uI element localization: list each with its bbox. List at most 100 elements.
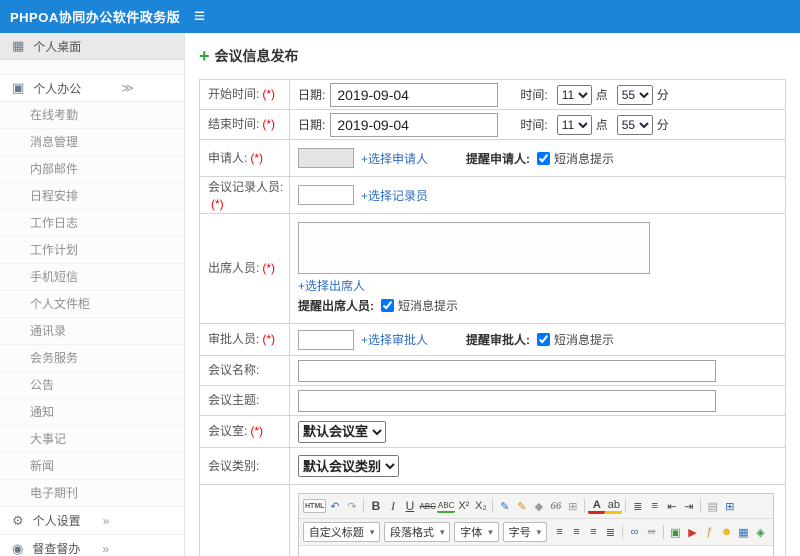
required-mark: (*) [250, 424, 264, 439]
link-icon[interactable]: ∞ [626, 523, 643, 541]
sidebar-item[interactable]: 在线考勤 [0, 102, 184, 129]
editor-content-area[interactable] [299, 546, 773, 556]
align-right-icon[interactable]: ≡ [585, 523, 602, 541]
sidebar-item[interactable]: 会务服务 [0, 345, 184, 372]
end-minute-select[interactable]: 55 [616, 114, 653, 135]
applicant-label: 申请人: (*) [200, 140, 290, 176]
table-icon[interactable]: ▦ [735, 523, 752, 541]
recorder-input[interactable] [298, 185, 354, 205]
sidebar-item[interactable]: 消息管理 [0, 129, 184, 156]
format-painter-icon[interactable]: ✎ [513, 497, 530, 515]
meeting-name-input[interactable] [298, 359, 716, 382]
ordered-list-icon[interactable]: ≣ [629, 497, 646, 515]
sidebar-item[interactable]: 新闻 [0, 453, 184, 480]
indent-icon[interactable]: ⇥ [680, 497, 697, 515]
flash-icon[interactable]: ƒ [701, 523, 718, 541]
field-label-text: 开始时间: [208, 87, 260, 102]
emoticon-icon[interactable]: ☻ [718, 523, 735, 541]
italic-icon[interactable]: I [384, 497, 401, 515]
unordered-list-icon[interactable]: ≡ [646, 497, 663, 515]
paragraph-format-select[interactable]: 段落格式 [384, 522, 451, 542]
superscript-icon[interactable]: X² [455, 497, 472, 515]
attendees-sms-checkbox[interactable] [381, 299, 394, 312]
map-icon[interactable]: ◈ [752, 523, 769, 541]
align-left-icon[interactable]: ≡ [551, 523, 568, 541]
select-approver-link[interactable]: +选择审批人 [361, 331, 428, 348]
field-label-text: 会议主题: [208, 393, 260, 408]
top-bar: PHPOA协同办公软件政务版 ≡ [0, 0, 800, 33]
select-attendees-link[interactable]: +选择出席人 [298, 277, 365, 294]
bold-icon[interactable]: B [367, 497, 384, 515]
blockquote-icon[interactable]: 66 [547, 497, 564, 515]
spellcheck-icon[interactable]: ABC [436, 499, 456, 513]
sidebar-item[interactable]: 电子期刊 [0, 480, 184, 507]
applicant-input[interactable] [298, 148, 354, 168]
meeting-room-select[interactable]: 默认会议室 [298, 420, 386, 443]
redo-icon[interactable]: ↷ [343, 497, 360, 515]
font-size-select[interactable]: 字号 [502, 522, 547, 542]
approver-input[interactable] [298, 329, 354, 350]
align-justify-icon[interactable]: ≣ [602, 523, 619, 541]
editor-toolbar-row1: HTML ↶ ↷ B I U ABC ABC X² X₂ ✎ ✎ ◆ 66 ⊞ Aab ≣ ≡ ⇤ ⇥ ▤ ⊞ [299, 494, 773, 519]
separator [584, 499, 586, 513]
sidebar-item[interactable]: 工作日志 [0, 210, 184, 237]
underline-icon[interactable]: U [401, 497, 418, 515]
sidebar-item-personal-office[interactable]: ▣ 个人办公 ≫ [0, 74, 184, 102]
sidebar-item[interactable]: 个人文件柜 [0, 291, 184, 318]
sidebar-item[interactable]: 内部邮件 [0, 156, 184, 183]
sidebar-item[interactable]: 公告 [0, 372, 184, 399]
end-hour-select[interactable]: 11 [556, 114, 592, 135]
start-hour-select[interactable]: 11 [556, 84, 592, 105]
sidebar-item-supervision[interactable]: ◉ 督查督办 » [0, 535, 184, 556]
meeting-subject-input[interactable] [298, 389, 716, 412]
start-minute-select[interactable]: 55 [616, 84, 653, 105]
office-icon: ▣ [12, 80, 25, 95]
page-break-icon[interactable]: ▤ [704, 497, 721, 515]
remind-approver-label: 提醒审批人: [466, 333, 531, 347]
undo-icon[interactable]: ↶ [326, 497, 343, 515]
font-color-icon[interactable]: A [588, 499, 606, 514]
eraser-icon[interactable]: ◆ [530, 497, 547, 515]
recorder-label: 会议记录人员: (*) [200, 177, 290, 213]
image-icon[interactable]: ▣ [667, 523, 684, 541]
end-date-input[interactable] [330, 112, 499, 137]
sidebar-item[interactable]: 手机短信 [0, 264, 184, 291]
select-applicant-link[interactable]: +选择申请人 [361, 150, 428, 167]
align-center-icon[interactable]: ≡ [568, 523, 585, 541]
outdent-icon[interactable]: ⇤ [663, 497, 680, 515]
sidebar-item[interactable]: 大事记 [0, 426, 184, 453]
date-label: 日期: [298, 88, 326, 102]
attendees-textarea[interactable] [298, 222, 650, 274]
sidebar-item[interactable]: 通知 [0, 399, 184, 426]
font-family-select[interactable]: 字体 [454, 522, 499, 542]
minute-unit-label: 分 [656, 88, 669, 102]
field-label-text: 会议类别: [208, 458, 260, 473]
pen-color-icon[interactable]: ✎ [496, 497, 513, 515]
separator [625, 499, 627, 513]
meeting-category-select[interactable]: 默认会议类别 [298, 455, 399, 477]
app-window: PHPOA协同办公软件政务版 ≡ ▦ 个人桌面 ▣ 个人办公 ≫ 在线考勤 消息管… [0, 0, 800, 556]
fullscreen-icon[interactable]: ⊞ [721, 497, 738, 515]
main-content: + 会议信息发布 开始时间: (*) 日期: 时间: 11 点 55 分 [186, 33, 800, 556]
minute-unit-label: 分 [656, 118, 669, 132]
heading-style-select[interactable]: 自定义标题 [303, 522, 381, 542]
strikethrough-icon[interactable]: ABC [418, 497, 436, 515]
highlight-color-icon[interactable]: ab [605, 499, 623, 514]
unlink-icon[interactable]: ∞ [643, 523, 660, 541]
subscript-icon[interactable]: X₂ [472, 497, 489, 515]
approver-sms-checkbox[interactable] [537, 333, 551, 346]
sidebar-item[interactable]: 日程安排 [0, 183, 184, 210]
applicant-sms-checkbox[interactable] [537, 151, 551, 165]
sidebar-item-personal-settings[interactable]: ⚙ 个人设置 » [0, 507, 184, 535]
start-date-input[interactable] [330, 82, 499, 107]
sidebar-item[interactable]: 通讯录 [0, 318, 184, 345]
sidebar-item[interactable]: 工作计划 [0, 237, 184, 264]
media-icon[interactable]: ▶ [684, 523, 701, 541]
select-recorder-link[interactable]: +选择记录员 [361, 187, 428, 204]
menu-toggle-icon[interactable]: ≡ [194, 7, 205, 26]
separator [700, 499, 702, 513]
symbol-icon[interactable]: ⊞ [564, 497, 581, 515]
sidebar-item-personal-desktop[interactable]: ▦ 个人桌面 [0, 33, 184, 60]
html-source-icon[interactable]: HTML [303, 499, 327, 513]
sms-hint-label: 短消息提示 [554, 333, 615, 347]
